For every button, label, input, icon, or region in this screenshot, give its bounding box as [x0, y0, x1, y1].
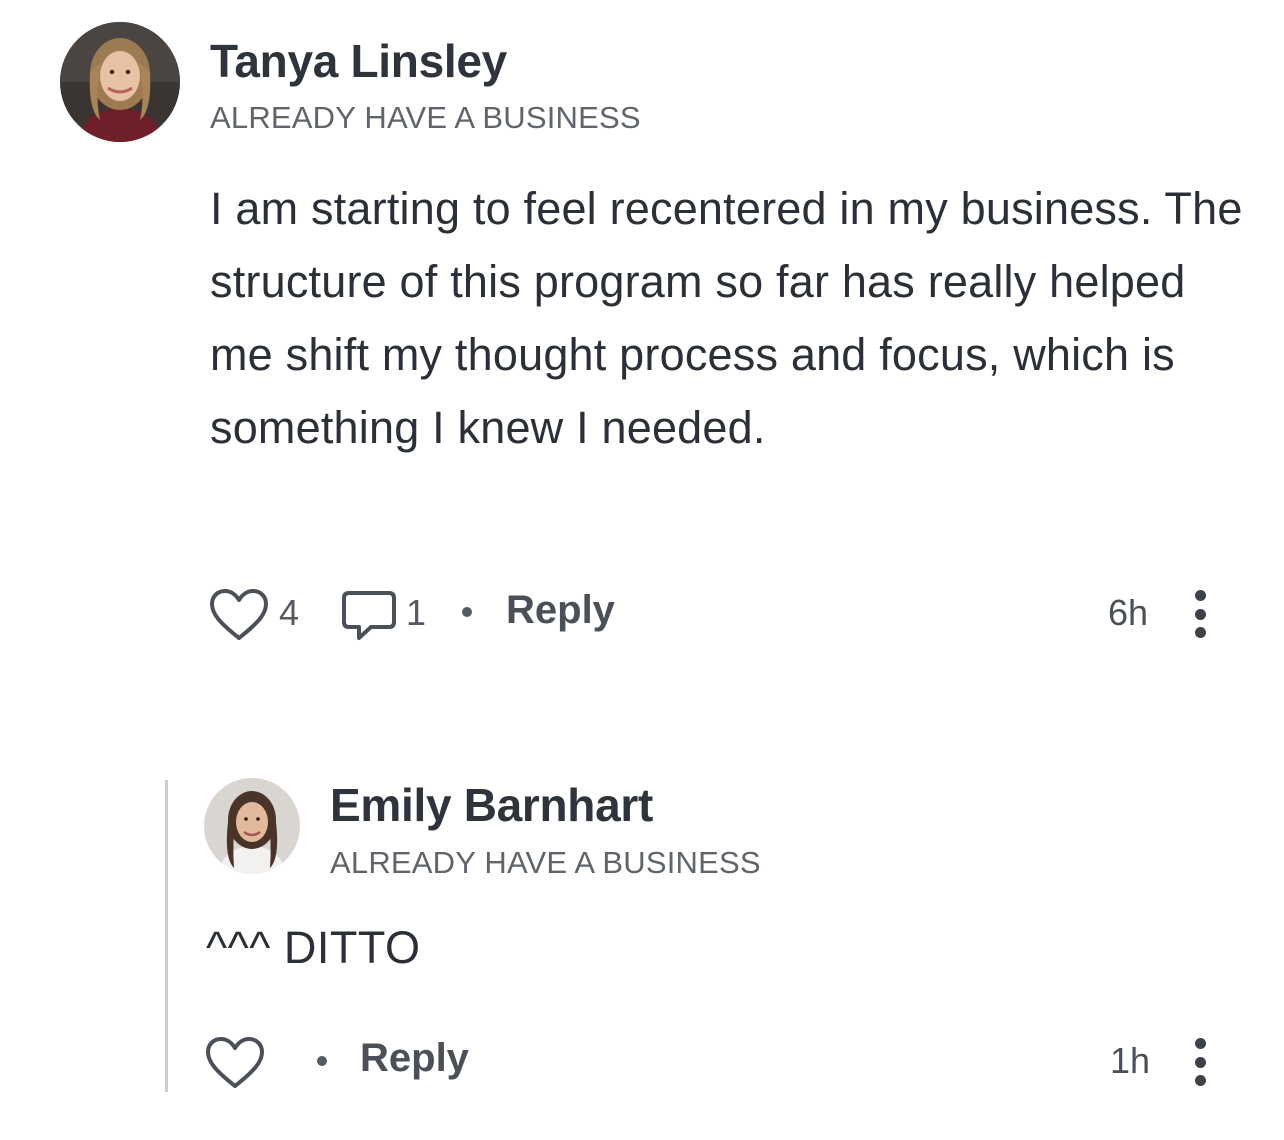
reply-timestamp: 1h [1110, 1040, 1151, 1081]
post-author-avatar[interactable] [60, 22, 180, 142]
reply-author-tag: ALREADY HAVE A BUSINESS [330, 845, 761, 880]
separator-dot [462, 607, 472, 617]
thread-line [165, 780, 168, 1092]
like-count: 4 [279, 592, 300, 633]
separator-dot [317, 1056, 327, 1066]
heart-icon [210, 589, 268, 640]
avatar-photo [60, 22, 180, 142]
comment-icon [342, 591, 396, 640]
reply-button[interactable]: Reply [360, 1036, 469, 1081]
more-vertical-icon[interactable] [1193, 1038, 1207, 1086]
post-author-name[interactable]: Tanya Linsley [210, 34, 507, 88]
heart-icon [206, 1037, 264, 1088]
more-vertical-icon[interactable] [1193, 590, 1207, 638]
comment-button[interactable] [341, 589, 397, 643]
reply-body-text: ^^^ DITTO [206, 922, 421, 973]
like-button[interactable] [208, 587, 270, 643]
reply-author-avatar[interactable] [204, 778, 300, 874]
avatar-photo [204, 778, 300, 874]
post-body-text: I am starting to feel recentered in my b… [210, 183, 1243, 453]
post-timestamp: 6h [1108, 592, 1149, 633]
comment-count: 1 [406, 592, 427, 633]
reply-author-name[interactable]: Emily Barnhart [330, 778, 653, 832]
reply-button[interactable]: Reply [506, 588, 615, 633]
post-author-tag: ALREADY HAVE A BUSINESS [210, 100, 641, 135]
like-button[interactable] [204, 1035, 266, 1091]
